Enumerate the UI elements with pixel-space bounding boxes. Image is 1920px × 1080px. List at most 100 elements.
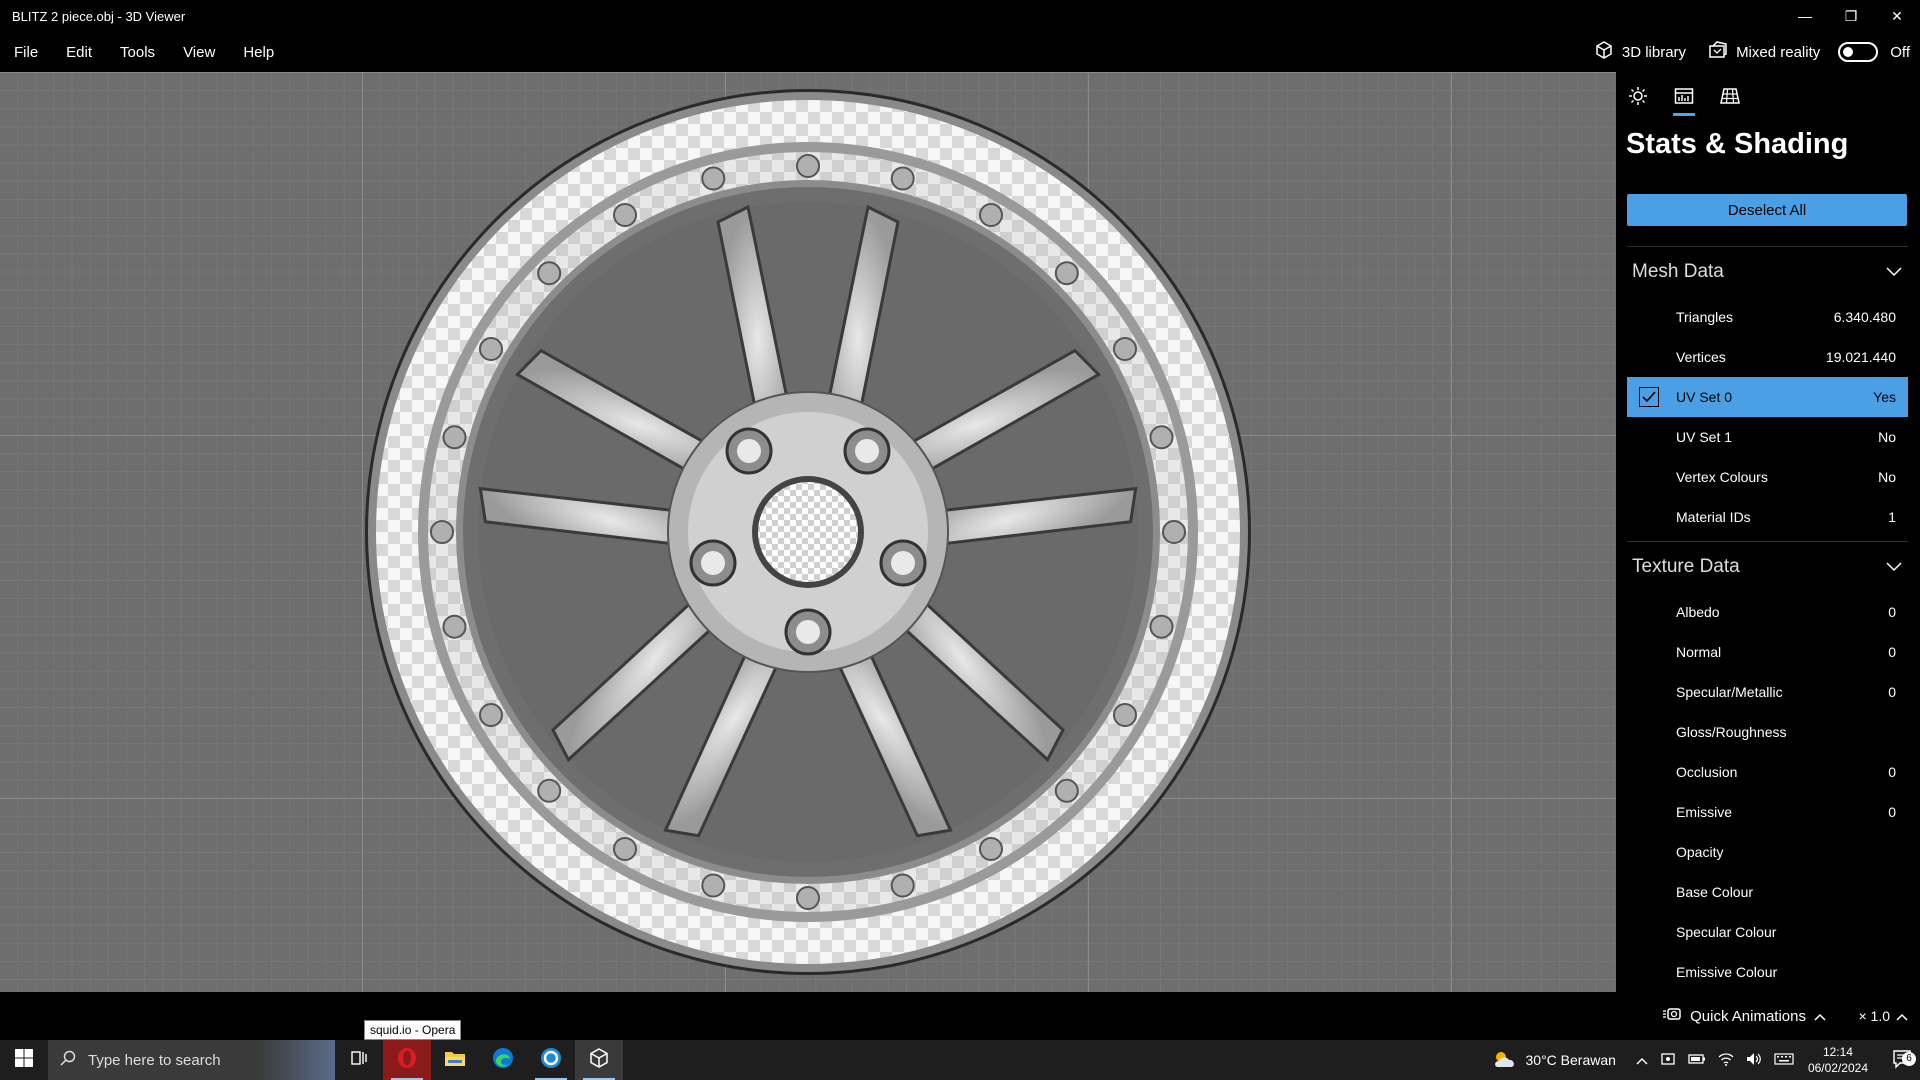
quick-animations-button[interactable]: Quick Animations	[1662, 992, 1826, 1040]
rim-bolt	[1149, 614, 1174, 639]
taskbar-3d-viewer[interactable]	[575, 1040, 623, 1080]
row-value: 1	[1888, 509, 1896, 525]
mesh-row-triangles[interactable]: Triangles 6.340.480	[1627, 297, 1908, 337]
texture-row-albedo[interactable]: Albedo 0	[1627, 592, 1908, 632]
stats-shading-panel: Stats & Shading Deselect All Mesh Data T…	[1616, 72, 1920, 992]
menu-edit[interactable]: Edit	[52, 44, 106, 61]
start-button[interactable]	[0, 1040, 48, 1080]
mesh-row-vertex-colours[interactable]: Vertex Colours No	[1627, 457, 1908, 497]
mesh-row-uv-set-1[interactable]: UV Set 1 No	[1627, 417, 1908, 457]
mesh-row-uv-set-0[interactable]: UV Set 0 Yes	[1627, 377, 1908, 417]
chevron-up-icon	[1814, 1008, 1826, 1025]
playback-speed[interactable]: × 1.0	[1858, 992, 1908, 1040]
wheel-model	[365, 89, 1251, 975]
taskbar-opera[interactable]	[383, 1040, 431, 1080]
menu-right: 3D library Mixed reality Off	[1586, 32, 1912, 72]
3d-library-button[interactable]: 3D library	[1586, 40, 1694, 64]
tab-grid-views[interactable]	[1720, 86, 1740, 110]
deselect-all-button[interactable]: Deselect All	[1627, 194, 1907, 226]
menu-help[interactable]: Help	[229, 44, 288, 61]
volume-icon[interactable]	[1746, 1052, 1762, 1069]
restore-button[interactable]: ❐	[1828, 0, 1874, 32]
row-label: Emissive	[1676, 804, 1733, 820]
task-view-button[interactable]	[335, 1040, 383, 1080]
rim-bolt	[701, 873, 726, 898]
mesh-row-vertices[interactable]: Vertices 19.021.440	[1627, 337, 1908, 377]
row-label: Vertex Colours	[1676, 469, 1768, 485]
rim-bolt	[479, 337, 503, 361]
rim-bolt	[537, 778, 562, 803]
title-bar: BLITZ 2 piece.obj - 3D Viewer — ❐ ✕	[0, 0, 1920, 32]
sun-icon	[1628, 86, 1648, 111]
mixed-reality-toggle[interactable]	[1838, 42, 1879, 62]
rim-bolt	[1054, 778, 1079, 803]
checkbox-checked-icon[interactable]	[1639, 387, 1659, 407]
battery-icon[interactable]	[1688, 1052, 1706, 1068]
edge-icon	[492, 1047, 514, 1074]
notification-count: 6	[1902, 1051, 1916, 1066]
clock-date: 06/02/2024	[1807, 1061, 1868, 1075]
row-value: 6.340.480	[1833, 309, 1896, 325]
rim-bolt	[890, 873, 915, 898]
rim-bolt	[479, 703, 503, 727]
row-value: 0	[1888, 804, 1896, 820]
tab-stats-shading[interactable]	[1673, 86, 1695, 116]
texture-row-emissive-colour[interactable]: Emissive Colour	[1627, 952, 1908, 992]
texture-row-specular-colour[interactable]: Specular Colour	[1627, 912, 1908, 952]
chevron-down-icon	[1886, 556, 1902, 578]
texture-row-normal[interactable]: Normal 0	[1627, 632, 1908, 672]
menu-file[interactable]: File	[0, 44, 52, 61]
row-label: Emissive Colour	[1676, 964, 1778, 980]
row-value: No	[1878, 469, 1896, 485]
row-label: Material IDs	[1676, 509, 1751, 525]
texture-row-occlusion[interactable]: Occlusion 0	[1627, 752, 1908, 792]
mesh-row-material-ids[interactable]: Material IDs 1	[1627, 497, 1908, 537]
chevron-up-icon[interactable]	[1636, 1052, 1648, 1068]
texture-row-emissive[interactable]: Emissive 0	[1627, 792, 1908, 832]
mixed-reality-button[interactable]: Mixed reality	[1700, 40, 1828, 64]
3d-viewport[interactable]	[0, 72, 1616, 992]
notification-center-button[interactable]: 6	[1884, 1049, 1920, 1072]
rim-bolt	[796, 886, 820, 910]
taskbar-edge[interactable]	[479, 1040, 527, 1080]
animation-bar: Quick Animations × 1.0	[0, 992, 1920, 1040]
tab-lighting[interactable]	[1628, 86, 1648, 110]
toggle-state-label: Off	[1890, 43, 1910, 61]
system-tray: 30°C Berawan 12:14 06/02/2024 6	[1492, 1040, 1920, 1080]
row-label: Base Colour	[1676, 884, 1754, 900]
close-button[interactable]: ✕	[1874, 0, 1920, 32]
wifi-icon[interactable]	[1718, 1052, 1734, 1069]
taskbar-tooltip: squid.io - Opera	[364, 1020, 462, 1040]
cube-icon	[1594, 40, 1614, 64]
rim-bolt	[537, 261, 562, 286]
texture-row-gloss-roughness[interactable]: Gloss/Roughness	[1627, 712, 1908, 752]
row-value: Yes	[1873, 389, 1896, 405]
taskbar-browser-blue[interactable]	[527, 1040, 575, 1080]
taskbar-search-box[interactable]: Type here to search	[48, 1040, 335, 1080]
row-label: Triangles	[1676, 309, 1734, 325]
texture-data-header[interactable]: Texture Data	[1616, 542, 1920, 592]
taskbar-file-explorer[interactable]	[431, 1040, 479, 1080]
menu-tools[interactable]: Tools	[106, 44, 169, 61]
weather-widget[interactable]: 30°C Berawan	[1492, 1049, 1616, 1072]
3d-viewer-icon	[588, 1047, 610, 1074]
texture-data-title: Texture Data	[1632, 556, 1740, 577]
texture-row-specular-metallic[interactable]: Specular/Metallic 0	[1627, 672, 1908, 712]
tray-icons	[1636, 1051, 1794, 1070]
row-label: UV Set 0	[1676, 389, 1733, 405]
app-tray-icon[interactable]	[1660, 1051, 1676, 1070]
row-value: 19.021.440	[1825, 349, 1896, 365]
mixed-reality-icon	[1708, 40, 1728, 64]
menu-view[interactable]: View	[169, 44, 229, 61]
search-icon	[60, 1050, 76, 1070]
opera-icon	[396, 1047, 418, 1074]
texture-row-base-colour[interactable]: Base Colour	[1627, 872, 1908, 912]
browser-icon	[540, 1047, 562, 1074]
taskbar-clock[interactable]: 12:14 06/02/2024	[1808, 1044, 1868, 1076]
texture-row-opacity[interactable]: Opacity	[1627, 832, 1908, 872]
rim-bolt	[1113, 337, 1137, 361]
rim-bolt	[442, 614, 467, 639]
minimize-button[interactable]: —	[1782, 0, 1828, 32]
mesh-data-header[interactable]: Mesh Data	[1616, 247, 1920, 297]
keyboard-icon[interactable]	[1774, 1052, 1794, 1068]
